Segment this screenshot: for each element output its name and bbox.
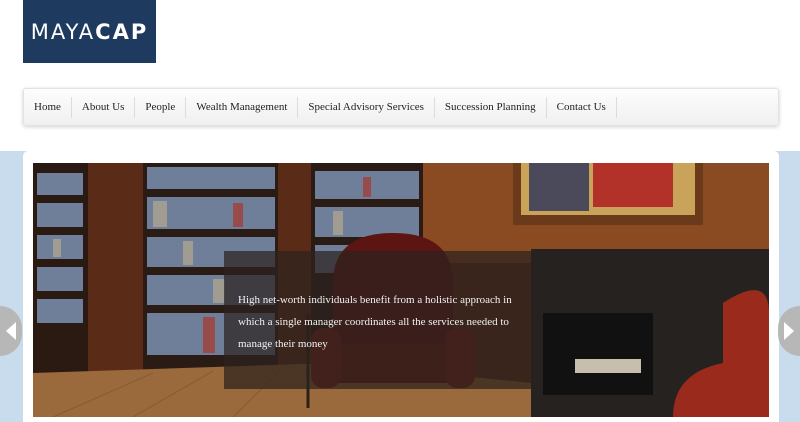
nav-about-us[interactable]: About Us <box>72 96 136 118</box>
logo-text-cap: CAP <box>95 19 149 44</box>
chevron-left-icon <box>6 322 16 340</box>
nav-succession-planning[interactable]: Succession Planning <box>435 96 547 118</box>
nav-special-advisory-services[interactable]: Special Advisory Services <box>298 96 435 118</box>
logo-text-maya: MAYA <box>30 19 96 44</box>
main-nav: Home About Us People Wealth Management S… <box>23 88 779 126</box>
nav-home[interactable]: Home <box>24 96 72 118</box>
nav-contact-us[interactable]: Contact Us <box>547 96 617 118</box>
brand-logo[interactable]: MAYA CAP <box>23 0 156 63</box>
chevron-right-icon <box>784 322 794 340</box>
nav-wealth-management[interactable]: Wealth Management <box>186 96 299 118</box>
slide-caption: High net-worth individuals benefit from … <box>224 251 531 389</box>
nav-people[interactable]: People <box>135 96 187 118</box>
